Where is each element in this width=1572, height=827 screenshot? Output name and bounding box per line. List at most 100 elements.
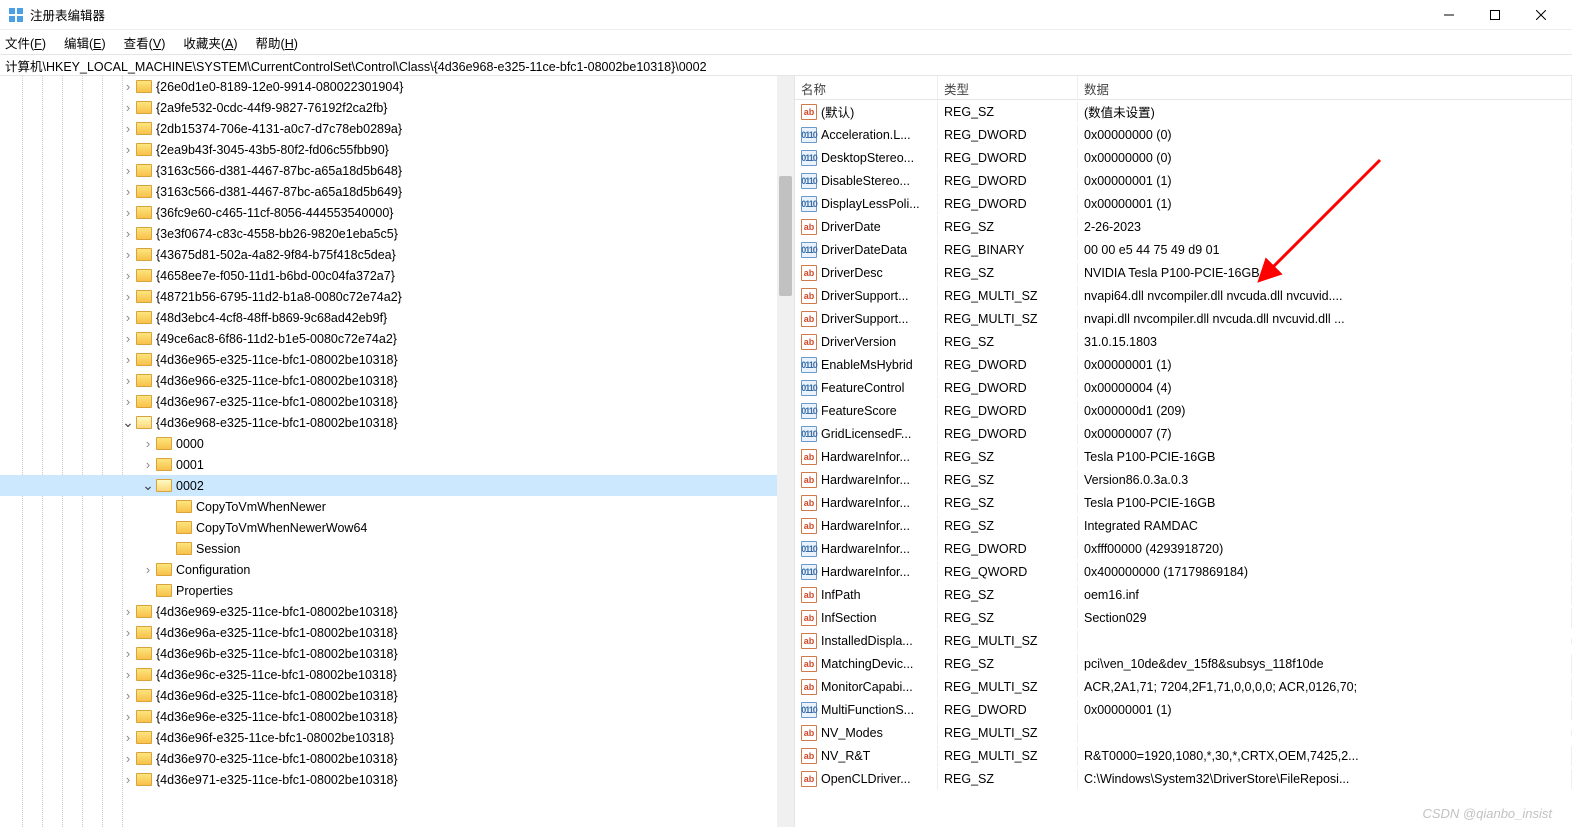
list-row[interactable]: abInfPathREG_SZoem16.inf bbox=[795, 583, 1572, 606]
chevron-down-icon[interactable]: ⌄ bbox=[120, 414, 136, 431]
tree-scrollbar[interactable] bbox=[777, 76, 794, 827]
tree-item[interactable]: ›{2db15374-706e-4131-a0c7-d7c78eb0289a} bbox=[0, 118, 777, 139]
tree-item[interactable]: ›{3163c566-d381-4467-87bc-a65a18d5b649} bbox=[0, 181, 777, 202]
chevron-right-icon[interactable]: › bbox=[120, 226, 136, 241]
chevron-right-icon[interactable]: › bbox=[120, 184, 136, 199]
tree-item[interactable]: ›Configuration bbox=[0, 559, 777, 580]
tree-item[interactable]: ›0001 bbox=[0, 454, 777, 475]
tree-item[interactable]: ›{4d36e96e-e325-11ce-bfc1-08002be10318} bbox=[0, 706, 777, 727]
list-row[interactable]: 0110EnableMsHybridREG_DWORD0x00000001 (1… bbox=[795, 353, 1572, 376]
tree-item[interactable]: ›{4d36e969-e325-11ce-bfc1-08002be10318} bbox=[0, 601, 777, 622]
chevron-right-icon[interactable]: › bbox=[120, 373, 136, 388]
list-row[interactable]: 0110DesktopStereo...REG_DWORD0x00000000 … bbox=[795, 146, 1572, 169]
list-row[interactable]: 0110HardwareInfor...REG_QWORD0x400000000… bbox=[795, 560, 1572, 583]
chevron-right-icon[interactable]: › bbox=[120, 163, 136, 178]
tree-item[interactable]: ›{4658ee7e-f050-11d1-b6bd-00c04fa372a7} bbox=[0, 265, 777, 286]
list-row[interactable]: abHardwareInfor...REG_SZIntegrated RAMDA… bbox=[795, 514, 1572, 537]
chevron-right-icon[interactable]: › bbox=[120, 205, 136, 220]
list-row[interactable]: abDriverDateREG_SZ2-26-2023 bbox=[795, 215, 1572, 238]
chevron-right-icon[interactable]: › bbox=[140, 457, 156, 472]
tree-item[interactable]: Properties bbox=[0, 580, 777, 601]
chevron-right-icon[interactable]: › bbox=[120, 79, 136, 94]
tree-item[interactable]: ›{2a9fe532-0cdc-44f9-9827-76192f2ca2fb} bbox=[0, 97, 777, 118]
chevron-right-icon[interactable]: › bbox=[120, 247, 136, 262]
list-row[interactable]: abMonitorCapabi...REG_MULTI_SZACR,2A1,71… bbox=[795, 675, 1572, 698]
tree-item[interactable]: ›{4d36e970-e325-11ce-bfc1-08002be10318} bbox=[0, 748, 777, 769]
list-row[interactable]: abOpenCLDriver...REG_SZC:\Windows\System… bbox=[795, 767, 1572, 790]
list-row[interactable]: abHardwareInfor...REG_SZTesla P100-PCIE-… bbox=[795, 491, 1572, 514]
chevron-right-icon[interactable]: › bbox=[120, 667, 136, 682]
list-row[interactable]: abMatchingDevic...REG_SZpci\ven_10de&dev… bbox=[795, 652, 1572, 675]
chevron-right-icon[interactable]: › bbox=[120, 709, 136, 724]
list-row[interactable]: abNV_ModesREG_MULTI_SZ bbox=[795, 721, 1572, 744]
chevron-right-icon[interactable]: › bbox=[120, 331, 136, 346]
list-row[interactable]: abHardwareInfor...REG_SZVersion86.0.3a.0… bbox=[795, 468, 1572, 491]
chevron-right-icon[interactable]: › bbox=[140, 436, 156, 451]
tree-item[interactable]: ›{4d36e96a-e325-11ce-bfc1-08002be10318} bbox=[0, 622, 777, 643]
list-row[interactable]: 0110Acceleration.L...REG_DWORD0x00000000… bbox=[795, 123, 1572, 146]
list-row[interactable]: 0110DriverDateDataREG_BINARY00 00 e5 44 … bbox=[795, 238, 1572, 261]
list-row[interactable]: 0110HardwareInfor...REG_DWORD0xfff00000 … bbox=[795, 537, 1572, 560]
col-data[interactable]: 数据 bbox=[1078, 76, 1572, 99]
tree-item[interactable]: ›{3e3f0674-c83c-4558-bb26-9820e1eba5c5} bbox=[0, 223, 777, 244]
chevron-right-icon[interactable]: › bbox=[120, 730, 136, 745]
menu-favorites[interactable]: 收藏夹(A) bbox=[183, 33, 237, 52]
list-row[interactable]: 0110MultiFunctionS...REG_DWORD0x00000001… bbox=[795, 698, 1572, 721]
tree-item[interactable]: ›{4d36e965-e325-11ce-bfc1-08002be10318} bbox=[0, 349, 777, 370]
close-button[interactable] bbox=[1518, 0, 1564, 30]
tree-item[interactable]: ›{26e0d1e0-8189-12e0-9914-080022301904} bbox=[0, 76, 777, 97]
chevron-right-icon[interactable]: › bbox=[120, 751, 136, 766]
list-body[interactable]: ab(默认)REG_SZ(数值未设置)0110Acceleration.L...… bbox=[795, 100, 1572, 827]
tree-item[interactable]: ›{4d36e971-e325-11ce-bfc1-08002be10318} bbox=[0, 769, 777, 790]
tree-item[interactable]: ›{43675d81-502a-4a82-9f84-b75f418c5dea} bbox=[0, 244, 777, 265]
tree-item[interactable]: CopyToVmWhenNewer bbox=[0, 496, 777, 517]
tree-item[interactable]: CopyToVmWhenNewerWow64 bbox=[0, 517, 777, 538]
tree-item[interactable]: ›{3163c566-d381-4467-87bc-a65a18d5b648} bbox=[0, 160, 777, 181]
scrollbar-thumb[interactable] bbox=[779, 176, 792, 296]
tree-item[interactable]: ⌄{4d36e968-e325-11ce-bfc1-08002be10318} bbox=[0, 412, 777, 433]
list-row[interactable]: 0110FeatureScoreREG_DWORD0x000000d1 (209… bbox=[795, 399, 1572, 422]
tree-item[interactable]: ›{48721b56-6795-11d2-b1a8-0080c72e74a2} bbox=[0, 286, 777, 307]
tree-item[interactable]: ›{2ea9b43f-3045-43b5-80f2-fd06c55fbb90} bbox=[0, 139, 777, 160]
chevron-right-icon[interactable]: › bbox=[120, 352, 136, 367]
list-row[interactable]: abDriverSupport...REG_MULTI_SZnvapi64.dl… bbox=[795, 284, 1572, 307]
list-row[interactable]: ab(默认)REG_SZ(数值未设置) bbox=[795, 100, 1572, 123]
minimize-button[interactable] bbox=[1426, 0, 1472, 30]
menu-view[interactable]: 查看(V) bbox=[124, 33, 166, 52]
tree-item[interactable]: ›{4d36e966-e325-11ce-bfc1-08002be10318} bbox=[0, 370, 777, 391]
chevron-right-icon[interactable]: › bbox=[120, 646, 136, 661]
chevron-right-icon[interactable]: › bbox=[120, 772, 136, 787]
tree-item[interactable]: ›{36fc9e60-c465-11cf-8056-444553540000} bbox=[0, 202, 777, 223]
list-row[interactable]: 0110DisplayLessPoli...REG_DWORD0x0000000… bbox=[795, 192, 1572, 215]
chevron-right-icon[interactable]: › bbox=[120, 100, 136, 115]
tree-item[interactable]: ›{4d36e96d-e325-11ce-bfc1-08002be10318} bbox=[0, 685, 777, 706]
chevron-right-icon[interactable]: › bbox=[120, 394, 136, 409]
tree-item[interactable]: ⌄0002 bbox=[0, 475, 777, 496]
tree-item[interactable]: ›{4d36e96b-e325-11ce-bfc1-08002be10318} bbox=[0, 643, 777, 664]
list-row[interactable]: 0110DisableStereo...REG_DWORD0x00000001 … bbox=[795, 169, 1572, 192]
list-row[interactable]: 0110FeatureControlREG_DWORD0x00000004 (4… bbox=[795, 376, 1572, 399]
col-type[interactable]: 类型 bbox=[938, 76, 1078, 99]
chevron-right-icon[interactable]: › bbox=[120, 289, 136, 304]
chevron-down-icon[interactable]: ⌄ bbox=[140, 477, 156, 494]
chevron-right-icon[interactable]: › bbox=[120, 688, 136, 703]
list-row[interactable]: abNV_R&TREG_MULTI_SZR&T0000=1920,1080,*,… bbox=[795, 744, 1572, 767]
tree-item[interactable]: ›{49ce6ac8-6f86-11d2-b1e5-0080c72e74a2} bbox=[0, 328, 777, 349]
tree-item[interactable]: ›{4d36e967-e325-11ce-bfc1-08002be10318} bbox=[0, 391, 777, 412]
maximize-button[interactable] bbox=[1472, 0, 1518, 30]
chevron-right-icon[interactable]: › bbox=[140, 562, 156, 577]
list-row[interactable]: abDriverSupport...REG_MULTI_SZnvapi.dll … bbox=[795, 307, 1572, 330]
list-row[interactable]: abInstalledDispla...REG_MULTI_SZ bbox=[795, 629, 1572, 652]
tree-item[interactable]: ›0000 bbox=[0, 433, 777, 454]
address-bar[interactable]: 计算机\HKEY_LOCAL_MACHINE\SYSTEM\CurrentCon… bbox=[0, 54, 1572, 76]
menu-edit[interactable]: 编辑(E) bbox=[64, 33, 106, 52]
list-row[interactable]: abDriverVersionREG_SZ31.0.15.1803 bbox=[795, 330, 1572, 353]
menu-file[interactable]: 文件(F) bbox=[5, 33, 46, 52]
list-row[interactable]: abHardwareInfor...REG_SZTesla P100-PCIE-… bbox=[795, 445, 1572, 468]
tree-item[interactable]: ›{4d36e96c-e325-11ce-bfc1-08002be10318} bbox=[0, 664, 777, 685]
chevron-right-icon[interactable]: › bbox=[120, 604, 136, 619]
chevron-right-icon[interactable]: › bbox=[120, 268, 136, 283]
chevron-right-icon[interactable]: › bbox=[120, 142, 136, 157]
menu-help[interactable]: 帮助(H) bbox=[256, 33, 298, 52]
list-row[interactable]: abDriverDescREG_SZNVIDIA Tesla P100-PCIE… bbox=[795, 261, 1572, 284]
